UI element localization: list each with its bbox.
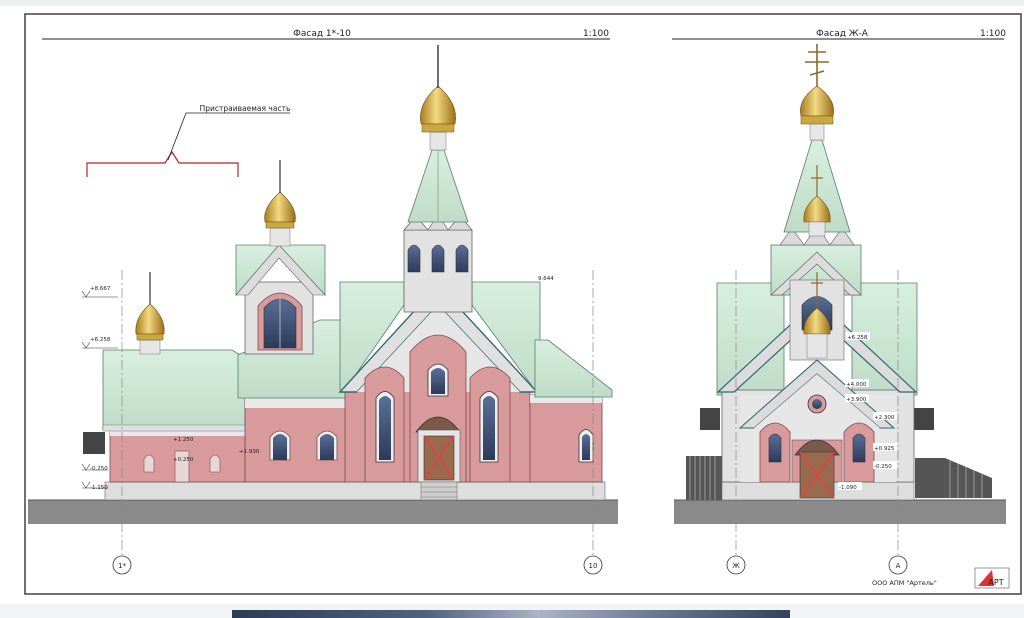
axis-label-10: 10 (589, 562, 598, 570)
ground-right (674, 500, 1006, 524)
company-name: ООО АПМ "Артель" (872, 579, 937, 587)
level-r-0925: +0.925 (874, 446, 895, 452)
logo-text: АРТ (988, 578, 1003, 587)
annex-roof (102, 349, 246, 431)
facade-right-scale: 1:100 (980, 29, 1006, 39)
main-portal (415, 416, 461, 501)
level-r-2300: +2.300 (874, 415, 895, 421)
axis-label-a: А (896, 562, 901, 570)
facade-left-scale: 1:100 (583, 29, 609, 39)
bottom-image-strip (232, 610, 790, 618)
level-minus-1150: -1.150 (90, 485, 108, 491)
axis-label-zh: Ж (732, 562, 740, 570)
level-8667: +8.667 (90, 286, 111, 292)
company-logo: АРТ (974, 567, 1010, 589)
level-r-3900: +3.900 (846, 397, 867, 403)
axis-label-1: 1* (118, 562, 126, 570)
ground-left (28, 500, 618, 524)
level-0250: +0.250 (173, 457, 194, 463)
level-1250: +1.250 (173, 437, 194, 443)
level-9644: 9.644 (538, 276, 554, 282)
level-r-6258: +6.258 (847, 335, 868, 341)
facade-right-title: Фасад Ж-А (816, 29, 869, 39)
facade-left-title: Фасад 1*-10 (293, 29, 351, 39)
level-r-minus-0250: -0.250 (874, 464, 892, 470)
level-minus-0250: -0.250 (90, 466, 108, 472)
drawing-sheet: Фасад 1*-10 1:100 Пристраиваемая часть 1… (0, 0, 1024, 595)
level-r-minus-1090: -1.090 (839, 485, 857, 491)
level-1930: +1.930 (239, 449, 260, 455)
level-6258: +6.258 (90, 337, 111, 343)
extension-label: Пристраиваемая часть (200, 104, 291, 113)
level-r-4000: +4.000 (846, 382, 867, 388)
